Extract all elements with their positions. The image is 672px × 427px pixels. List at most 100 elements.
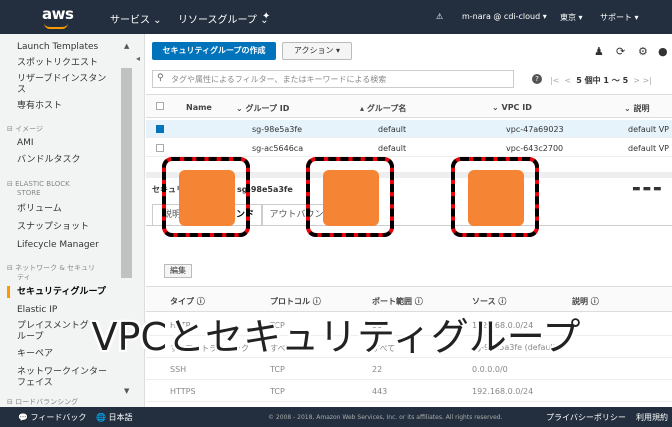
- last-page-icon[interactable]: >|: [642, 76, 651, 85]
- collapse-sidebar-icon[interactable]: ◂: [136, 54, 140, 63]
- rule-protocol: TCP: [270, 387, 285, 396]
- row-group-name: default: [378, 125, 407, 134]
- section-label: ELASTIC BLOCK: [15, 180, 70, 188]
- sidebar-item-reserved-instances-2[interactable]: ス: [17, 85, 26, 95]
- row-description: default VP: [628, 144, 669, 153]
- pager-text: 5 個中 1 ～ 5: [576, 76, 629, 85]
- row-group-id: sg-98e5a3fe: [252, 125, 303, 134]
- row-checkbox[interactable]: [156, 144, 164, 152]
- rule-type: SSH: [170, 365, 187, 374]
- bell-icon[interactable]: ⚠: [436, 12, 443, 21]
- top-nav: aws サービス ⌄ リソースグループ ⌄ ✦ ⚠ m-nara @ cdi-c…: [0, 0, 672, 34]
- column-group-id[interactable]: ⌄ グループ ID: [236, 103, 289, 114]
- language-selector[interactable]: 🌐 日本語: [96, 412, 133, 423]
- sidebar-item-network-interfaces-2[interactable]: フェイス: [17, 378, 53, 388]
- sidebar-section-ebs[interactable]: ⊟ ELASTIC BLOCK: [7, 180, 70, 188]
- section-label: イメージ: [15, 125, 43, 133]
- section-label: ネットワーク & セキュリ: [15, 264, 96, 272]
- resource-groups-menu[interactable]: リソースグループ ⌄: [178, 11, 268, 26]
- layout-icons[interactable]: ▬▬▬: [632, 184, 664, 194]
- sidebar-item-reserved-instances[interactable]: リザーブドインスタン: [17, 74, 106, 84]
- sidebar-item-launch-templates[interactable]: Launch Templates: [17, 42, 98, 52]
- refresh-icon[interactable]: ⟳: [616, 45, 625, 58]
- select-all-checkbox[interactable]: [156, 102, 164, 110]
- row-vpc-id: vpc-47a69023: [506, 125, 564, 134]
- aws-smile-icon: [44, 23, 68, 29]
- user-icon[interactable]: ♟: [594, 45, 604, 58]
- rule-port: 443: [372, 387, 388, 396]
- footer: 💬 フィードバック 🌐 日本語 © 2008 - 2018, Amazon We…: [0, 407, 672, 427]
- sidebar-scrollbar[interactable]: [121, 68, 132, 278]
- gear-icon[interactable]: ⚙: [638, 45, 648, 58]
- row-group-name: default: [378, 144, 407, 153]
- row-checkbox[interactable]: [156, 125, 164, 133]
- sidebar-section-ebs-2: STORE: [17, 189, 41, 197]
- create-security-group-button[interactable]: セキュリティグループの作成: [152, 42, 276, 60]
- sidebar-item-security-groups[interactable]: セキュリティグループ: [17, 287, 106, 297]
- row-description: default VP: [628, 125, 669, 134]
- feedback-link[interactable]: 💬 フィードバック: [18, 412, 86, 423]
- help-circle-icon[interactable]: ●: [658, 45, 668, 58]
- sidebar-item-volumes[interactable]: ボリューム: [17, 204, 62, 214]
- section-label: ロードバランシング: [15, 398, 79, 406]
- aws-logo[interactable]: aws: [42, 5, 74, 23]
- pagination: |< < 5 個中 1 ～ 5 > >|: [550, 75, 652, 86]
- region-menu[interactable]: 東京 ▾: [560, 12, 583, 23]
- column-name[interactable]: Name: [186, 103, 212, 112]
- row-vpc-id: vpc-643c2700: [506, 144, 564, 153]
- security-group-icon: [179, 170, 235, 226]
- rule-protocol: TCP: [270, 365, 285, 374]
- first-page-icon[interactable]: |<: [550, 76, 559, 85]
- sidebar-item-bundle-tasks[interactable]: バンドルタスク: [17, 155, 80, 165]
- sidebar-section-network-2: ティ: [17, 273, 31, 281]
- security-group-icon: [323, 170, 379, 226]
- services-menu[interactable]: サービス ⌄: [110, 11, 162, 26]
- prev-page-icon[interactable]: <: [565, 76, 572, 85]
- sidebar-item-spot-requests[interactable]: スポットリクエスト: [17, 58, 98, 68]
- rule-type: HTTPS: [170, 387, 196, 396]
- help-icon[interactable]: ?: [532, 74, 542, 84]
- sidebar-item-dedicated-hosts[interactable]: 専有ホスト: [17, 101, 62, 111]
- terms-link[interactable]: 利用規約: [636, 412, 668, 423]
- sidebar-item-ami[interactable]: AMI: [17, 138, 34, 148]
- rule-source: 192.168.0.0/24: [472, 387, 534, 396]
- scroll-up-icon[interactable]: ▲: [124, 42, 129, 50]
- row-group-id: sg-ac5646ca: [252, 144, 304, 153]
- search-placeholder: タグや属性によるフィルター、またはキーワードによる検索: [171, 75, 387, 84]
- column-label: グループ名: [366, 104, 407, 113]
- sidebar-section-network[interactable]: ⊟ ネットワーク & セキュリ: [7, 264, 95, 272]
- column-label: VPC ID: [501, 103, 532, 112]
- feedback-label: フィードバック: [30, 413, 87, 422]
- rule-row: SSH TCP 22 0.0.0.0/0: [146, 358, 672, 380]
- grid-header: Name ⌄ グループ ID ▴ グループ名 ⌄ VPC ID ⌄ 説明: [146, 94, 672, 118]
- active-indicator: [7, 286, 10, 298]
- column-label: 説明: [633, 104, 650, 113]
- table-row[interactable]: sg-98e5a3fe default vpc-47a69023 default…: [146, 120, 672, 138]
- sidebar-item-lifecycle-manager[interactable]: Lifecycle Manager: [17, 240, 99, 250]
- table-row[interactable]: sg-ac5646ca default vpc-643c2700 default…: [146, 139, 672, 157]
- next-page-icon[interactable]: >: [633, 76, 640, 85]
- actions-button[interactable]: アクション ▾: [282, 42, 352, 60]
- column-description[interactable]: ⌄ 説明: [624, 103, 650, 114]
- pin-icon[interactable]: ✦: [262, 11, 270, 22]
- copyright-text: © 2008 - 2018, Amazon Web Services, Inc.…: [268, 414, 503, 421]
- column-vpc-id[interactable]: ⌄ VPC ID: [492, 103, 532, 112]
- account-menu[interactable]: m-nara @ cdi-cloud ▾: [462, 12, 547, 21]
- security-group-icon: [468, 170, 524, 226]
- column-label: グループ ID: [245, 104, 290, 113]
- column-group-name[interactable]: ▴ グループ名: [360, 103, 406, 114]
- search-icon: ⚲: [157, 73, 164, 83]
- sidebar-item-snapshots[interactable]: スナップショット: [17, 222, 89, 232]
- scroll-down-icon[interactable]: ▼: [124, 387, 129, 395]
- search-input[interactable]: ⚲ タグや属性によるフィルター、またはキーワードによる検索: [152, 70, 514, 88]
- edit-button[interactable]: 編集: [164, 264, 192, 278]
- rule-port: 22: [372, 365, 383, 374]
- sidebar-section-images[interactable]: ⊟ イメージ: [7, 125, 43, 133]
- sidebar-item-network-interfaces[interactable]: ネットワークインター: [17, 367, 107, 377]
- support-menu[interactable]: サポート ▾: [600, 12, 639, 23]
- sidebar-section-load-balancing[interactable]: ⊟ ロードバランシング: [7, 398, 78, 406]
- privacy-link[interactable]: プライバシーポリシー: [546, 412, 626, 423]
- rule-row: HTTPS TCP 443 192.168.0.0/24: [146, 380, 672, 402]
- language-label: 日本語: [108, 413, 133, 422]
- overlay-caption: VPCとセキュリティグループ: [91, 315, 581, 359]
